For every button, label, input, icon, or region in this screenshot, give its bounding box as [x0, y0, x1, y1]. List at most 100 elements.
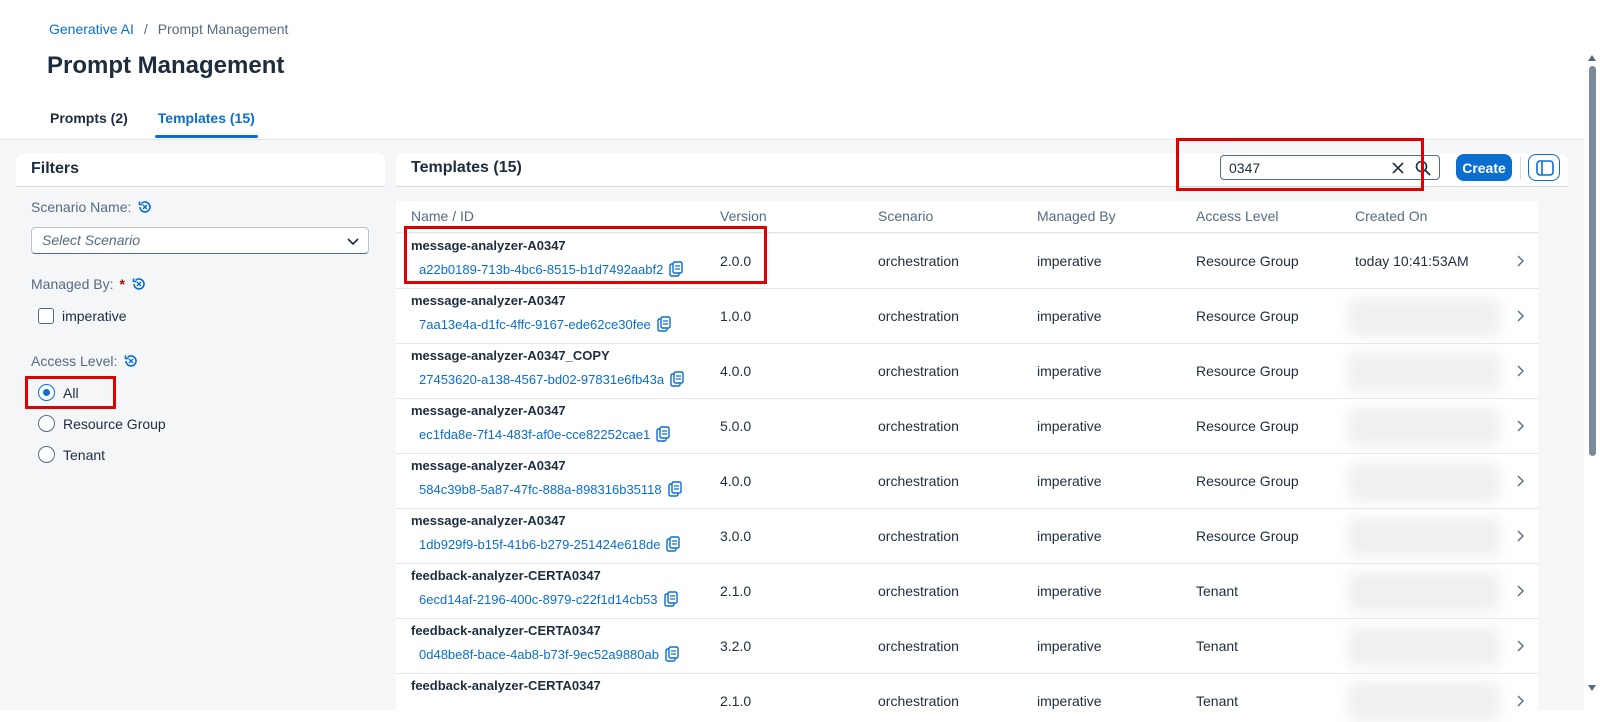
template-version: 3.2.0 — [720, 638, 752, 654]
chevron-right-icon[interactable] — [1514, 584, 1526, 598]
chevron-right-icon[interactable] — [1514, 639, 1526, 653]
table-row[interactable]: message-analyzer-A0347 1db929f9-b15f-41b… — [396, 509, 1538, 564]
template-id-text[interactable]: 1db929f9-b15f-41b6-b279-251424e618de — [419, 537, 660, 552]
chevron-right-icon[interactable] — [1514, 694, 1526, 708]
table-row[interactable]: message-analyzer-A0347 a22b0189-713b-4bc… — [396, 234, 1538, 289]
redacted-created-on — [1348, 517, 1500, 557]
template-id[interactable]: 1db929f9-b15f-41b6-b279-251424e618de — [419, 536, 681, 552]
table-row[interactable]: message-analyzer-A0347 7aa13e4a-d1fc-4ff… — [396, 289, 1538, 344]
template-access-level: Tenant — [1196, 583, 1239, 599]
radio-label: All — [63, 384, 79, 401]
template-access-level: Tenant — [1196, 638, 1239, 654]
scroll-up-icon[interactable] — [1588, 54, 1596, 62]
template-access-level: Resource Group — [1196, 253, 1299, 269]
chevron-down-icon — [347, 238, 359, 246]
template-id[interactable]: 7aa13e4a-d1fc-4ffc-9167-ede62ce30fee — [419, 316, 671, 332]
access-level-label-text: Access Level: — [31, 353, 118, 369]
radio-button[interactable] — [38, 384, 55, 401]
redacted-created-on — [1348, 407, 1500, 447]
table-row[interactable]: message-analyzer-A0347 584c39b8-5a87-47f… — [396, 454, 1538, 509]
template-access-level: Resource Group — [1196, 473, 1299, 489]
copy-icon[interactable] — [657, 316, 671, 332]
toggle-panel-button[interactable] — [1528, 154, 1560, 181]
reset-icon[interactable] — [131, 276, 147, 292]
access-radio-all[interactable]: All — [38, 384, 79, 401]
managed-by-option[interactable]: imperative — [38, 308, 127, 324]
redacted-created-on — [1348, 682, 1500, 722]
redacted-created-on — [1348, 297, 1500, 337]
table-row[interactable]: message-analyzer-A0347_COPY 27453620-a13… — [396, 344, 1538, 399]
template-id[interactable]: 0d48be8f-bace-4ab8-b73f-9ec52a9880ab — [419, 646, 679, 662]
template-id-text[interactable]: 0d48be8f-bace-4ab8-b73f-9ec52a9880ab — [419, 647, 659, 662]
page-title: Prompt Management — [47, 52, 285, 79]
template-name: message-analyzer-A0347 — [411, 403, 566, 418]
required-mark: * — [119, 276, 125, 292]
side-panel-icon — [1536, 160, 1554, 176]
template-scenario: orchestration — [878, 253, 959, 269]
chevron-right-icon[interactable] — [1514, 529, 1526, 543]
copy-icon[interactable] — [670, 371, 684, 387]
template-id[interactable]: a22b0189-713b-4bc6-8515-b1d7492aabf2 — [419, 261, 684, 277]
template-access-level: Resource Group — [1196, 363, 1299, 379]
chevron-right-icon[interactable] — [1514, 309, 1526, 323]
scenario-filter-label: Scenario Name: — [31, 199, 153, 215]
search-input[interactable]: 0347 — [1220, 155, 1440, 180]
template-id-text[interactable]: 584c39b8-5a87-47fc-888a-898316b35118 — [419, 482, 662, 497]
chevron-right-icon[interactable] — [1514, 474, 1526, 488]
table-row[interactable]: feedback-analyzer-CERTA0347 6ecd14af-219… — [396, 564, 1538, 619]
breadcrumb-separator: / — [143, 21, 148, 37]
managed-by-filter-label: Managed By: * — [31, 276, 147, 292]
template-access-level: Resource Group — [1196, 418, 1299, 434]
template-id[interactable]: ec1fda8e-7f14-483f-af0e-cce82252cae1 — [419, 426, 670, 442]
chevron-right-icon[interactable] — [1514, 254, 1526, 268]
template-id[interactable]: 6ecd14af-2196-400c-8979-c22f1d14cb53 — [419, 591, 678, 607]
template-id-text[interactable]: ec1fda8e-7f14-483f-af0e-cce82252cae1 — [419, 427, 650, 442]
imperative-checkbox[interactable] — [38, 308, 54, 324]
scroll-down-icon[interactable] — [1588, 684, 1596, 692]
template-name: message-analyzer-A0347 — [411, 238, 566, 253]
template-id[interactable]: 27453620-a138-4567-bd02-97831e6fb43a — [419, 371, 684, 387]
template-scenario: orchestration — [878, 528, 959, 544]
templates-table-panel: Templates (15) 0347 Create Name / ID Ver… — [396, 153, 1568, 722]
copy-icon[interactable] — [656, 426, 670, 442]
copy-icon[interactable] — [666, 536, 681, 552]
copy-icon[interactable] — [663, 591, 678, 607]
reset-icon[interactable] — [137, 199, 153, 215]
scenario-select[interactable]: Select Scenario — [31, 227, 369, 254]
chevron-right-icon[interactable] — [1514, 419, 1526, 433]
create-button[interactable]: Create — [1456, 154, 1512, 181]
access-radio-resource-group[interactable]: Resource Group — [38, 415, 166, 432]
toolbar-divider — [1520, 157, 1521, 179]
access-radio-tenant[interactable]: Tenant — [38, 446, 105, 463]
search-icon[interactable] — [1415, 160, 1431, 176]
table-row[interactable]: feedback-analyzer-CERTA0347 2.1.0 orches… — [396, 674, 1538, 722]
template-managed-by: imperative — [1037, 363, 1102, 379]
table-row[interactable]: feedback-analyzer-CERTA0347 0d48be8f-bac… — [396, 619, 1538, 674]
template-name: message-analyzer-A0347 — [411, 458, 566, 473]
tab-templates[interactable]: Templates (15) — [154, 108, 258, 138]
template-version: 2.1.0 — [720, 583, 752, 599]
template-id-text[interactable]: a22b0189-713b-4bc6-8515-b1d7492aabf2 — [419, 262, 663, 277]
page-scrollbar[interactable] — [1584, 50, 1600, 700]
template-access-level: Resource Group — [1196, 528, 1299, 544]
tab-prompts[interactable]: Prompts (2) — [50, 108, 128, 136]
radio-button[interactable] — [38, 415, 55, 432]
breadcrumb-link-generative-ai[interactable]: Generative AI — [49, 21, 134, 37]
copy-icon[interactable] — [669, 261, 684, 277]
close-icon[interactable] — [1391, 161, 1405, 175]
filters-title: Filters — [16, 153, 385, 187]
template-scenario: orchestration — [878, 418, 959, 434]
scrollbar-thumb[interactable] — [1589, 66, 1596, 456]
redacted-created-on — [1348, 462, 1500, 502]
chevron-right-icon[interactable] — [1514, 364, 1526, 378]
template-id-text[interactable]: 6ecd14af-2196-400c-8979-c22f1d14cb53 — [419, 592, 658, 607]
table-row[interactable]: message-analyzer-A0347 ec1fda8e-7f14-483… — [396, 399, 1538, 454]
template-id[interactable]: 584c39b8-5a87-47fc-888a-898316b35118 — [419, 481, 682, 497]
template-id-text[interactable]: 7aa13e4a-d1fc-4ffc-9167-ede62ce30fee — [419, 317, 651, 332]
reset-icon[interactable] — [123, 353, 139, 369]
template-id-text[interactable]: 27453620-a138-4567-bd02-97831e6fb43a — [419, 372, 664, 387]
copy-icon[interactable] — [665, 646, 679, 662]
copy-icon[interactable] — [667, 481, 682, 497]
radio-button[interactable] — [38, 446, 55, 463]
template-name: feedback-analyzer-CERTA0347 — [411, 568, 601, 583]
